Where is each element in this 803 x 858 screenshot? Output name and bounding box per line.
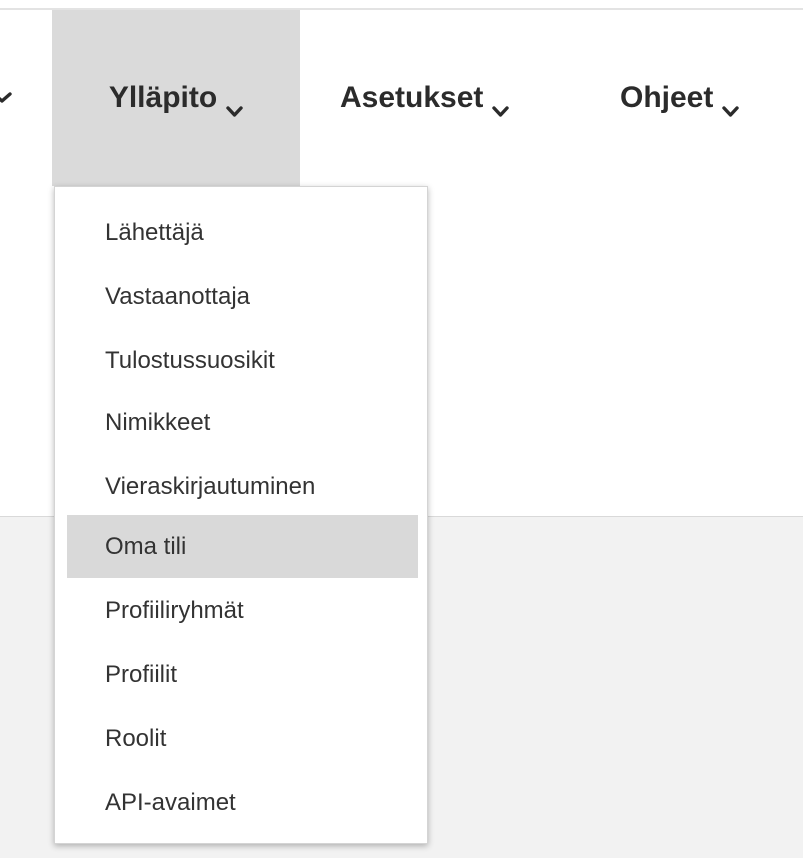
menu-item-lahettaja[interactable]: Lähettäjä [67, 201, 418, 264]
menu-item-profiilit[interactable]: Profiilit [67, 643, 418, 706]
menu-item-label: Profiilit [105, 660, 178, 688]
chevron-down-icon [722, 92, 740, 117]
menu-item-label: Vastaanottaja [105, 282, 250, 310]
chevron-down-icon [226, 92, 243, 117]
nav-item-label: Ylläpito [108, 81, 218, 114]
menu-item-label: API-avaimet [105, 788, 236, 816]
menu-item-label: Nimikkeet [105, 408, 211, 436]
menu-item-profiiliryhmat[interactable]: Profiiliryhmät [67, 579, 418, 642]
nav-item-label: Asetukset [340, 81, 484, 114]
menu-item-vieraskirjautuminen[interactable]: Vieraskirjautuminen [67, 455, 418, 518]
menu-item-label: Tulostussuosikit [105, 346, 275, 374]
nav-item-label: Ohjeet [620, 81, 714, 114]
previous-menu-chevron-down-icon[interactable] [0, 10, 20, 186]
menu-item-label: Oma tili [105, 532, 187, 560]
menu-item-nimikkeet[interactable]: Nimikkeet [67, 391, 418, 454]
top-border [0, 0, 803, 10]
menu-item-label: Roolit [105, 724, 167, 752]
nav-item-asetukset[interactable]: Asetukset [340, 10, 510, 186]
menu-item-api-avaimet[interactable]: API-avaimet [67, 771, 418, 834]
main-nav: Ylläpito Asetukset Ohjeet [0, 10, 803, 186]
yllapito-dropdown-menu: Lähettäjä Vastaanottaja Tulostussuosikit… [54, 186, 428, 844]
chevron-down-icon [492, 92, 510, 117]
menu-item-label: Vieraskirjautuminen [105, 472, 316, 500]
menu-item-label: Profiiliryhmät [105, 596, 244, 624]
nav-item-ohjeet[interactable]: Ohjeet [620, 10, 740, 186]
menu-item-tulostussuosikit[interactable]: Tulostussuosikit [67, 329, 418, 392]
menu-item-roolit[interactable]: Roolit [67, 707, 418, 770]
menu-item-label: Lähettäjä [105, 218, 204, 246]
nav-item-yllapito[interactable]: Ylläpito [52, 10, 300, 186]
menu-item-vastaanottaja[interactable]: Vastaanottaja [67, 265, 418, 328]
menu-item-oma-tili[interactable]: Oma tili [67, 515, 418, 578]
